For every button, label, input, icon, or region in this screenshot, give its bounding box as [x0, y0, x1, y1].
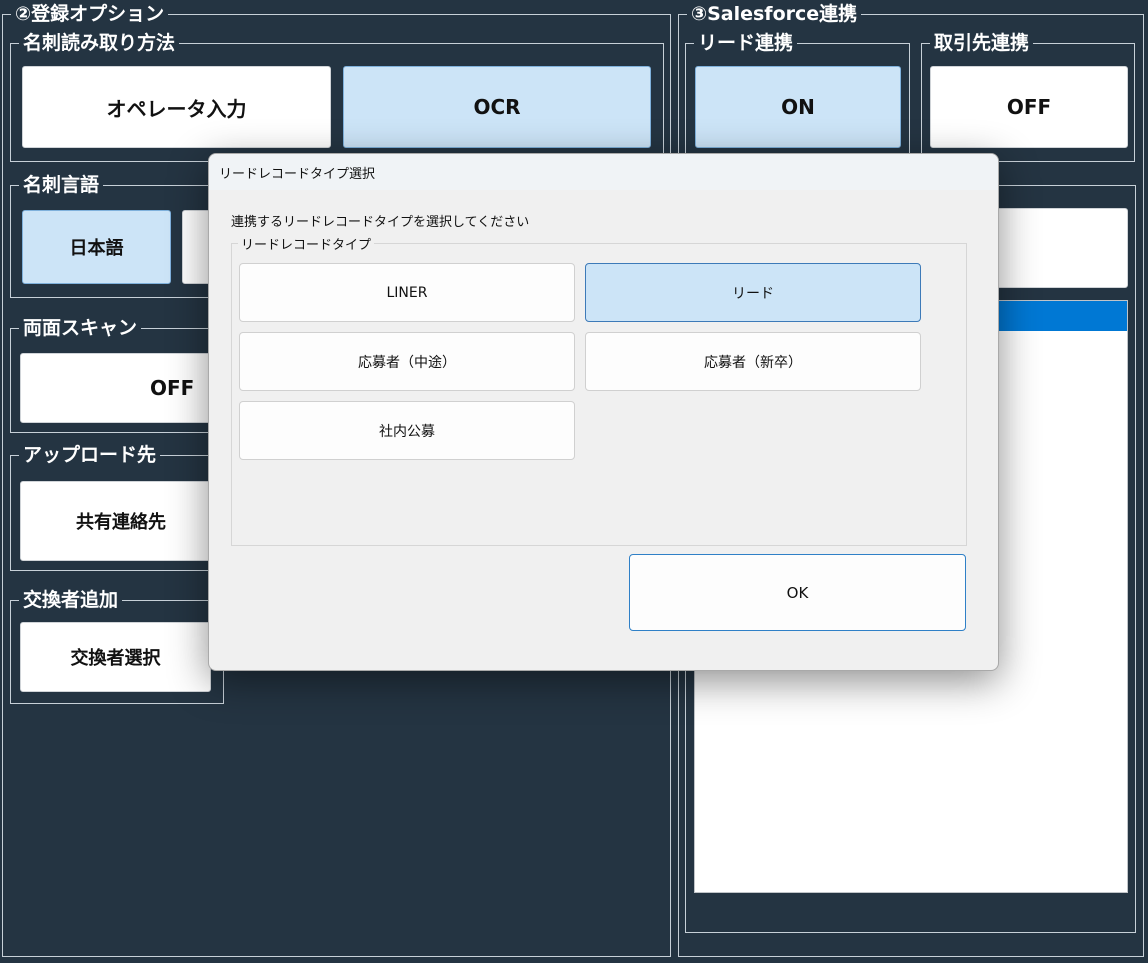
salesforce-integration-title: ③Salesforce連携 [687, 3, 862, 25]
record-type-option-applicant-midcareer[interactable]: 応募者（中途） [239, 332, 575, 391]
lead-record-type-group-title: リードレコードタイプ [238, 234, 375, 253]
lead-integration-title: リード連携 [694, 32, 798, 54]
dialog-title: リードレコードタイプ選択 [209, 154, 998, 190]
account-integration-off-button[interactable]: OFF [930, 66, 1128, 148]
registration-options-title: ②登録オプション [11, 3, 169, 25]
account-integration-title: 取引先連携 [930, 32, 1034, 54]
operator-input-button[interactable]: オペレータ入力 [22, 66, 331, 148]
ocr-button[interactable]: OCR [343, 66, 651, 148]
lead-integration-on-button[interactable]: ON [695, 66, 901, 148]
record-type-option-lead[interactable]: リード [585, 263, 921, 322]
card-read-method-title: 名刺読み取り方法 [19, 32, 180, 54]
record-type-option-liner[interactable]: LINER [239, 263, 575, 322]
add-exchanger-title: 交換者追加 [19, 589, 123, 611]
dialog-message: 連携するリードレコードタイプを選択してください [231, 215, 530, 230]
japanese-language-button[interactable]: 日本語 [22, 210, 171, 284]
ok-button[interactable]: OK [629, 554, 966, 631]
shared-contacts-button[interactable]: 共有連絡先 [20, 481, 222, 561]
upload-destination-title: アップロード先 [19, 444, 161, 466]
duplex-scan-title: 両面スキャン [19, 317, 142, 339]
record-type-option-applicant-newgrad[interactable]: 応募者（新卒） [585, 332, 921, 391]
record-type-option-internal-recruitment[interactable]: 社内公募 [239, 401, 575, 460]
card-language-title: 名刺言語 [19, 174, 104, 196]
select-exchanger-button[interactable]: 交換者選択 [20, 622, 211, 692]
lead-record-type-dialog: リードレコードタイプ選択 連携するリードレコードタイプを選択してください リード… [208, 153, 999, 671]
